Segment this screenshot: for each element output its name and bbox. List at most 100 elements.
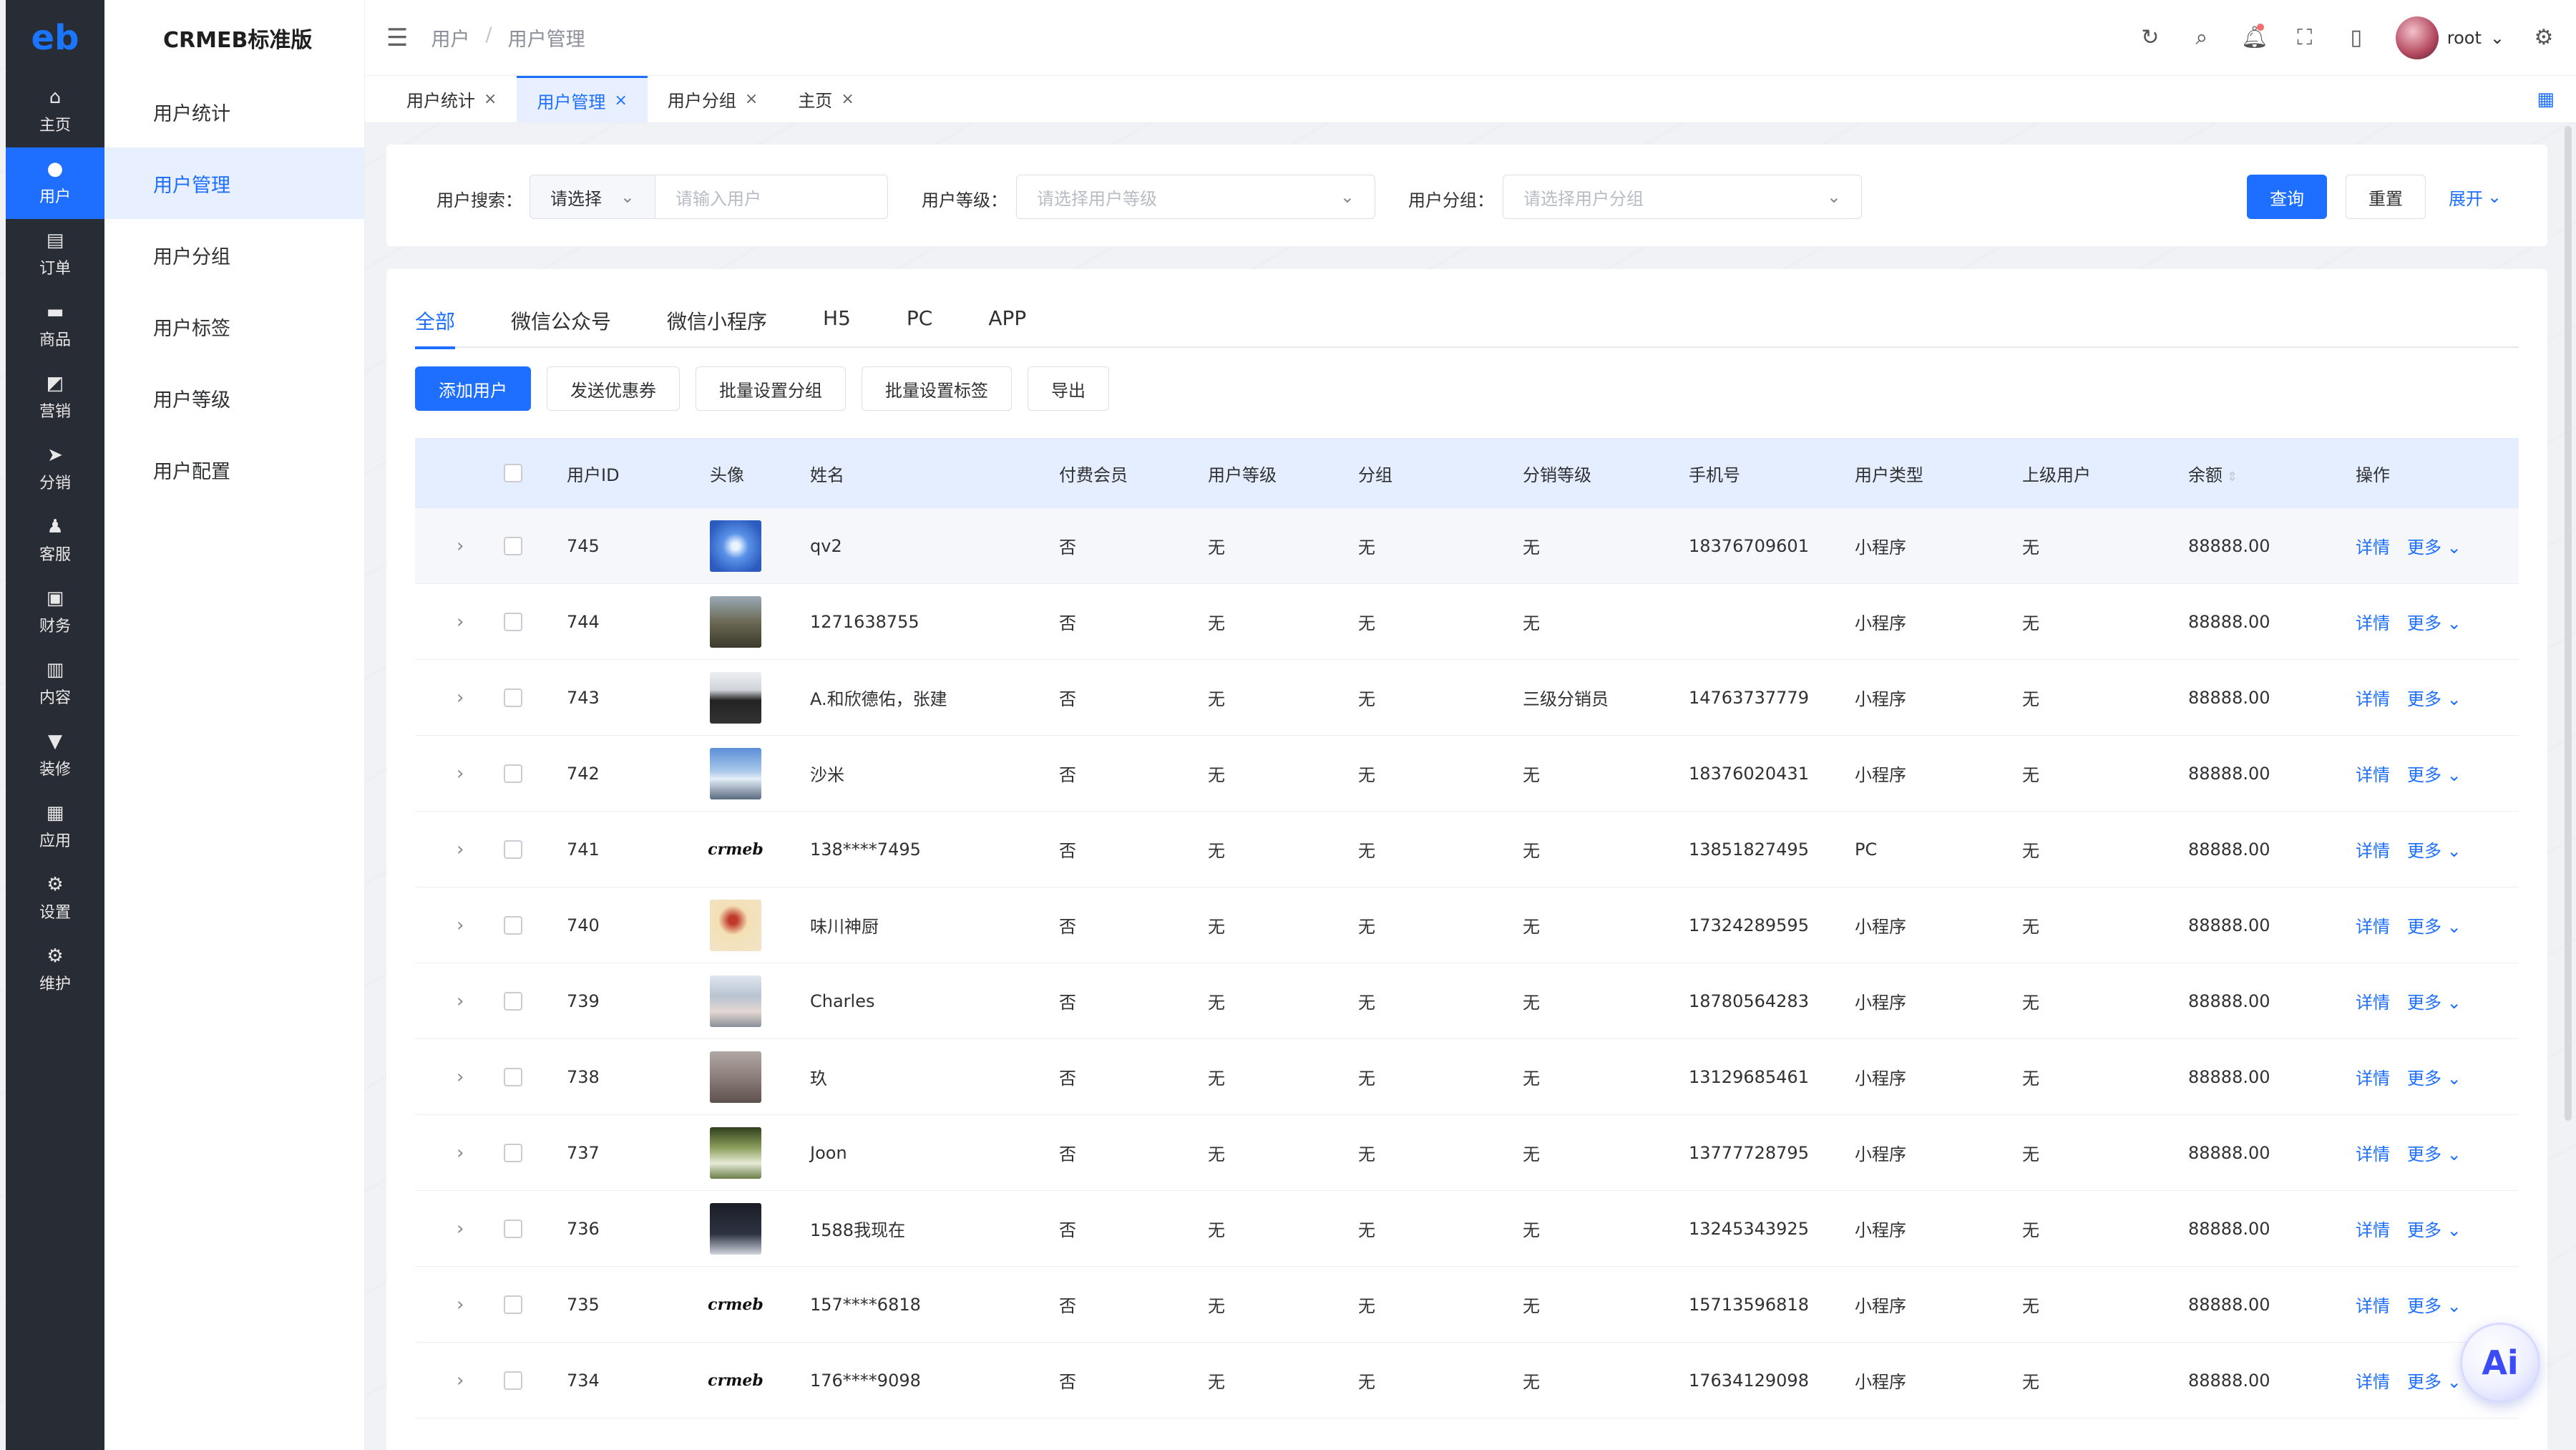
detail-link[interactable]: 详情 [2356, 533, 2390, 558]
expand-row-icon[interactable]: › [415, 687, 489, 709]
detail-link[interactable]: 详情 [2356, 685, 2390, 710]
mobile-icon[interactable]: ▯ [2344, 25, 2368, 50]
more-dropdown[interactable]: 更多 ⌄ [2407, 1064, 2462, 1089]
row-checkbox[interactable] [504, 536, 522, 555]
app-logo[interactable]: eb [6, 0, 104, 76]
row-checkbox[interactable] [504, 688, 522, 707]
group-select[interactable]: 请选择用户分组 ⌄ [1503, 175, 1862, 219]
more-dropdown[interactable]: 更多 ⌄ [2407, 988, 2462, 1013]
submenu-item[interactable]: 用户配置 [104, 434, 364, 505]
row-checkbox[interactable] [504, 764, 522, 783]
rail-item-product[interactable]: ▬ 商品 [6, 291, 104, 362]
row-checkbox[interactable] [504, 1295, 522, 1314]
submenu-item[interactable]: 用户统计 [104, 76, 364, 147]
rail-item-apps[interactable]: ▦ 应用 [6, 792, 104, 863]
send-coupon-button[interactable]: 发送优惠券 [547, 366, 680, 411]
detail-link[interactable]: 详情 [2356, 1292, 2390, 1317]
close-icon[interactable]: × [841, 90, 854, 108]
reset-button[interactable]: 重置 [2346, 175, 2426, 219]
rail-item-finance[interactable]: ▣ 财务 [6, 577, 104, 648]
query-button[interactable]: 查询 [2247, 175, 2327, 219]
tab-tag[interactable]: 主页 × [778, 76, 874, 122]
more-dropdown[interactable]: 更多 ⌄ [2407, 1140, 2462, 1165]
search-icon[interactable]: ⌕ [2190, 25, 2214, 50]
row-checkbox[interactable] [504, 612, 522, 631]
expand-row-icon[interactable]: › [415, 1218, 489, 1240]
close-icon[interactable]: × [614, 92, 627, 110]
tab-channel[interactable]: 全部 [415, 291, 456, 349]
expand-row-icon[interactable]: › [415, 1370, 489, 1391]
rail-item-home[interactable]: ⌂ 主页 [6, 76, 104, 147]
batch-tag-button[interactable]: 批量设置标签 [862, 366, 1012, 411]
tab-channel[interactable]: PC [907, 291, 932, 348]
detail-link[interactable]: 详情 [2356, 837, 2390, 862]
tab-channel[interactable]: 微信公众号 [511, 291, 611, 348]
gear-icon[interactable]: ⚙ [2532, 25, 2556, 50]
row-checkbox[interactable] [504, 1371, 522, 1390]
more-dropdown[interactable]: 更多 ⌄ [2407, 913, 2462, 938]
row-checkbox[interactable] [504, 840, 522, 859]
submenu-item[interactable]: 用户标签 [104, 291, 364, 362]
rail-item-user[interactable]: ● 用户 [6, 147, 104, 219]
expand-row-icon[interactable]: › [415, 839, 489, 860]
close-icon[interactable]: × [745, 90, 758, 108]
close-icon[interactable]: × [484, 90, 497, 108]
search-input[interactable]: 请输入用户 [655, 175, 888, 219]
rail-item-service[interactable]: ♟ 客服 [6, 505, 104, 577]
row-checkbox[interactable] [504, 1067, 522, 1086]
row-checkbox[interactable] [504, 991, 522, 1011]
more-dropdown[interactable]: 更多 ⌄ [2407, 1292, 2462, 1317]
more-dropdown[interactable]: 更多 ⌄ [2407, 761, 2462, 786]
col-header-balance[interactable]: 余额 ⇕ [2188, 461, 2356, 486]
tab-tag[interactable]: 用户管理 × [517, 76, 648, 122]
more-dropdown[interactable]: 更多 ⌄ [2407, 1216, 2462, 1241]
expand-row-icon[interactable]: › [415, 915, 489, 936]
bell-icon[interactable]: 🔔︎ [2241, 24, 2268, 50]
rail-item-order[interactable]: ▤ 订单 [6, 219, 104, 291]
detail-link[interactable]: 详情 [2356, 1140, 2390, 1165]
expand-toggle[interactable]: 展开 ⌄ [2443, 175, 2507, 219]
rail-item-distribution[interactable]: ➤ 分销 [6, 434, 104, 505]
more-dropdown[interactable]: 更多 ⌄ [2407, 533, 2462, 558]
expand-row-icon[interactable]: › [415, 1066, 489, 1088]
submenu-item[interactable]: 用户等级 [104, 362, 364, 434]
select-all-checkbox[interactable] [504, 464, 522, 482]
fullscreen-icon[interactable]: ⛶ [2293, 25, 2317, 50]
menu-toggle-icon[interactable]: ☰ [386, 24, 408, 52]
tab-channel[interactable]: H5 [823, 291, 851, 348]
expand-row-icon[interactable]: › [415, 535, 489, 557]
refresh-icon[interactable]: ↻ [2138, 25, 2162, 50]
more-dropdown[interactable]: 更多 ⌄ [2407, 609, 2462, 634]
more-dropdown[interactable]: 更多 ⌄ [2407, 1368, 2462, 1393]
expand-row-icon[interactable]: › [415, 611, 489, 633]
detail-link[interactable]: 详情 [2356, 1064, 2390, 1089]
ai-assistant-button[interactable]: Ai [2460, 1323, 2540, 1403]
grid-icon[interactable]: ▦ [2537, 89, 2555, 110]
search-type-select[interactable]: 请选择 ⌄ [530, 175, 655, 219]
more-dropdown[interactable]: 更多 ⌄ [2407, 837, 2462, 862]
export-button[interactable]: 导出 [1028, 366, 1109, 411]
row-checkbox[interactable] [504, 915, 522, 935]
expand-row-icon[interactable]: › [415, 1142, 489, 1164]
tab-channel[interactable]: 微信小程序 [667, 291, 767, 348]
rail-item-marketing[interactable]: ◩ 营销 [6, 362, 104, 434]
detail-link[interactable]: 详情 [2356, 1216, 2390, 1241]
tab-tag[interactable]: 用户分组 × [648, 76, 778, 122]
add-user-button[interactable]: 添加用户 [415, 366, 531, 411]
submenu-item[interactable]: 用户管理 [104, 147, 364, 219]
expand-row-icon[interactable]: › [415, 991, 489, 1012]
rail-item-maintenance[interactable]: ⚙ 维护 [6, 935, 104, 1006]
more-dropdown[interactable]: 更多 ⌄ [2407, 685, 2462, 710]
breadcrumb-item[interactable]: 用户 [431, 24, 469, 52]
tab-channel[interactable]: APP [988, 291, 1026, 348]
user-menu[interactable]: root ⌄ [2395, 16, 2504, 59]
row-checkbox[interactable] [504, 1219, 522, 1238]
detail-link[interactable]: 详情 [2356, 1368, 2390, 1393]
expand-row-icon[interactable]: › [415, 763, 489, 784]
scrollbar[interactable] [2565, 126, 2572, 1121]
sort-icon[interactable]: ⇕ [2227, 469, 2238, 485]
tab-tag[interactable]: 用户统计 × [386, 76, 517, 122]
submenu-item[interactable]: 用户分组 [104, 219, 364, 291]
rail-item-settings[interactable]: ⚙ 设置 [6, 863, 104, 935]
expand-row-icon[interactable]: › [415, 1294, 489, 1315]
